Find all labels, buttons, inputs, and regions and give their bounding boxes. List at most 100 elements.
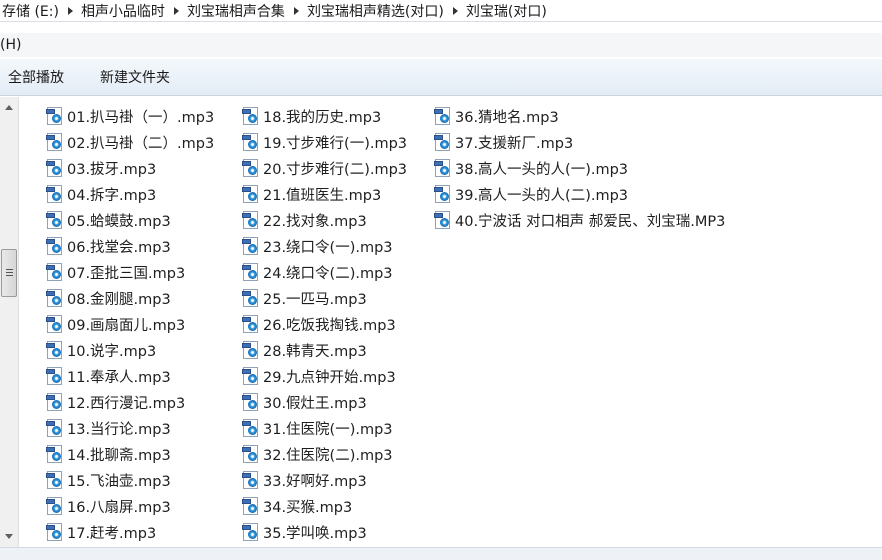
file-name: 08.金刚腿.mp3 <box>67 291 171 308</box>
mp3-file-icon <box>242 315 260 333</box>
breadcrumb-folder-3[interactable]: 刘宝瑞相声精选(对口) <box>305 1 446 21</box>
mp3-file-icon <box>242 393 260 411</box>
file-item[interactable]: 10.说字.mp3 <box>46 337 214 363</box>
mp3-file-icon <box>46 471 64 489</box>
mp3-file-icon <box>242 445 260 463</box>
mp3-file-icon <box>434 133 452 151</box>
command-bar: 全部播放 新建文件夹 <box>0 58 882 96</box>
file-item[interactable]: 33.好啊好.mp3 <box>242 467 407 493</box>
chevron-right-icon[interactable] <box>446 4 464 18</box>
mp3-file-icon <box>46 133 64 151</box>
breadcrumb-current[interactable]: 刘宝瑞(对口) <box>464 1 549 21</box>
file-item[interactable]: 37.支援新厂.mp3 <box>434 129 725 155</box>
file-item[interactable]: 18.我的历史.mp3 <box>242 103 407 129</box>
mp3-file-icon <box>242 289 260 307</box>
file-name: 31.住医院(一).mp3 <box>263 421 393 438</box>
file-name: 33.好啊好.mp3 <box>263 473 367 490</box>
file-item[interactable]: 16.八扇屏.mp3 <box>46 493 214 519</box>
file-name: 24.绕口令(二).mp3 <box>263 265 393 282</box>
file-column-3: 36.猜地名.mp3 37.支援新厂.mp3 38.高人一头的人(一).mp3 39.… <box>434 103 725 233</box>
mp3-file-icon <box>46 159 64 177</box>
file-item[interactable]: 40.宁波话 对口相声 郝爱民、刘宝瑞.MP3 <box>434 207 725 233</box>
file-name: 29.九点钟开始.mp3 <box>263 369 396 386</box>
file-name: 02.扒马褂（二）.mp3 <box>67 135 215 152</box>
file-item[interactable]: 29.九点钟开始.mp3 <box>242 363 407 389</box>
breadcrumb-drive[interactable]: 存储 (E:) <box>0 1 61 21</box>
file-item[interactable]: 21.值班医生.mp3 <box>242 181 407 207</box>
mp3-file-icon <box>434 159 452 177</box>
file-name: 10.说字.mp3 <box>67 343 157 360</box>
mp3-file-icon <box>242 211 260 229</box>
scroll-up-arrow-icon[interactable] <box>5 105 13 110</box>
file-item[interactable]: 07.歪批三国.mp3 <box>46 259 214 285</box>
mp3-file-icon <box>46 315 64 333</box>
vertical-scrollbar[interactable] <box>0 97 19 547</box>
file-item[interactable]: 34.买猴.mp3 <box>242 493 407 519</box>
file-column-2: 18.我的历史.mp3 19.寸步难行(一).mp3 20.寸步难行(二).mp3 2… <box>242 103 407 545</box>
file-item[interactable]: 15.飞油壶.mp3 <box>46 467 214 493</box>
file-item[interactable]: 19.寸步难行(一).mp3 <box>242 129 407 155</box>
scrollbar-thumb[interactable] <box>1 249 17 297</box>
file-item[interactable]: 05.蛤蟆鼓.mp3 <box>46 207 214 233</box>
mp3-file-icon <box>242 497 260 515</box>
file-item[interactable]: 04.拆字.mp3 <box>46 181 214 207</box>
mp3-file-icon <box>242 133 260 151</box>
mp3-file-icon <box>242 341 260 359</box>
file-name: 20.寸步难行(二).mp3 <box>263 161 408 178</box>
file-item[interactable]: 13.当行论.mp3 <box>46 415 214 441</box>
file-item[interactable]: 36.猜地名.mp3 <box>434 103 725 129</box>
file-item[interactable]: 31.住医院(一).mp3 <box>242 415 407 441</box>
breadcrumb-folder-2[interactable]: 刘宝瑞相声合集 <box>185 1 287 21</box>
file-item[interactable]: 02.扒马褂（二）.mp3 <box>46 129 214 155</box>
file-name: 22.找对象.mp3 <box>263 213 367 230</box>
file-item[interactable]: 28.韩青天.mp3 <box>242 337 407 363</box>
file-item[interactable]: 11.奉承人.mp3 <box>46 363 214 389</box>
new-folder-button[interactable]: 新建文件夹 <box>100 67 170 87</box>
file-name: 26.吃饭我掏钱.mp3 <box>263 317 396 334</box>
file-name: 38.高人一头的人(一).mp3 <box>455 161 629 178</box>
file-item[interactable]: 24.绕口令(二).mp3 <box>242 259 407 285</box>
file-item[interactable]: 08.金刚腿.mp3 <box>46 285 214 311</box>
file-item[interactable]: 30.假灶王.mp3 <box>242 389 407 415</box>
file-name: 14.批聊斋.mp3 <box>67 447 171 464</box>
file-item[interactable]: 35.学叫唤.mp3 <box>242 519 407 545</box>
file-name: 36.猜地名.mp3 <box>455 109 559 126</box>
file-item[interactable]: 38.高人一头的人(一).mp3 <box>434 155 725 181</box>
mp3-file-icon <box>46 523 64 541</box>
file-item[interactable]: 14.批聊斋.mp3 <box>46 441 214 467</box>
chevron-right-icon[interactable] <box>167 4 185 18</box>
file-name: 13.当行论.mp3 <box>67 421 171 438</box>
file-item[interactable]: 03.拔牙.mp3 <box>46 155 214 181</box>
mp3-file-icon <box>242 523 260 541</box>
file-item[interactable]: 12.西行漫记.mp3 <box>46 389 214 415</box>
file-item[interactable]: 09.画扇面儿.mp3 <box>46 311 214 337</box>
chevron-right-icon[interactable] <box>61 4 79 18</box>
file-item[interactable]: 01.扒马褂（一）.mp3 <box>46 103 214 129</box>
file-name: 15.飞油壶.mp3 <box>67 473 171 490</box>
file-item[interactable]: 23.绕口令(一).mp3 <box>242 233 407 259</box>
menu-help[interactable]: (H) <box>0 37 21 53</box>
mp3-file-icon <box>242 263 260 281</box>
file-item[interactable]: 17.赶考.mp3 <box>46 519 214 545</box>
scroll-down-arrow-icon[interactable] <box>5 534 13 539</box>
file-name: 06.找堂会.mp3 <box>67 239 171 256</box>
mp3-file-icon <box>242 471 260 489</box>
file-item[interactable]: 32.住医院(二).mp3 <box>242 441 407 467</box>
file-item[interactable]: 26.吃饭我掏钱.mp3 <box>242 311 407 337</box>
file-item[interactable]: 39.高人一头的人(二).mp3 <box>434 181 725 207</box>
address-bar[interactable]: 存储 (E:) 相声小品临时 刘宝瑞相声合集 刘宝瑞相声精选(对口) 刘宝瑞(对… <box>0 0 882 22</box>
chevron-right-icon[interactable] <box>287 4 305 18</box>
file-item[interactable]: 22.找对象.mp3 <box>242 207 407 233</box>
breadcrumb-folder-1[interactable]: 相声小品临时 <box>79 1 167 21</box>
mp3-file-icon <box>242 419 260 437</box>
file-name: 19.寸步难行(一).mp3 <box>263 135 408 152</box>
play-all-button[interactable]: 全部播放 <box>8 67 64 87</box>
file-item[interactable]: 20.寸步难行(二).mp3 <box>242 155 407 181</box>
file-item[interactable]: 25.一匹马.mp3 <box>242 285 407 311</box>
file-name: 39.高人一头的人(二).mp3 <box>455 187 629 204</box>
mp3-file-icon <box>46 341 64 359</box>
mp3-file-icon <box>434 211 452 229</box>
mp3-file-icon <box>434 185 452 203</box>
file-item[interactable]: 06.找堂会.mp3 <box>46 233 214 259</box>
file-name: 17.赶考.mp3 <box>67 525 157 542</box>
